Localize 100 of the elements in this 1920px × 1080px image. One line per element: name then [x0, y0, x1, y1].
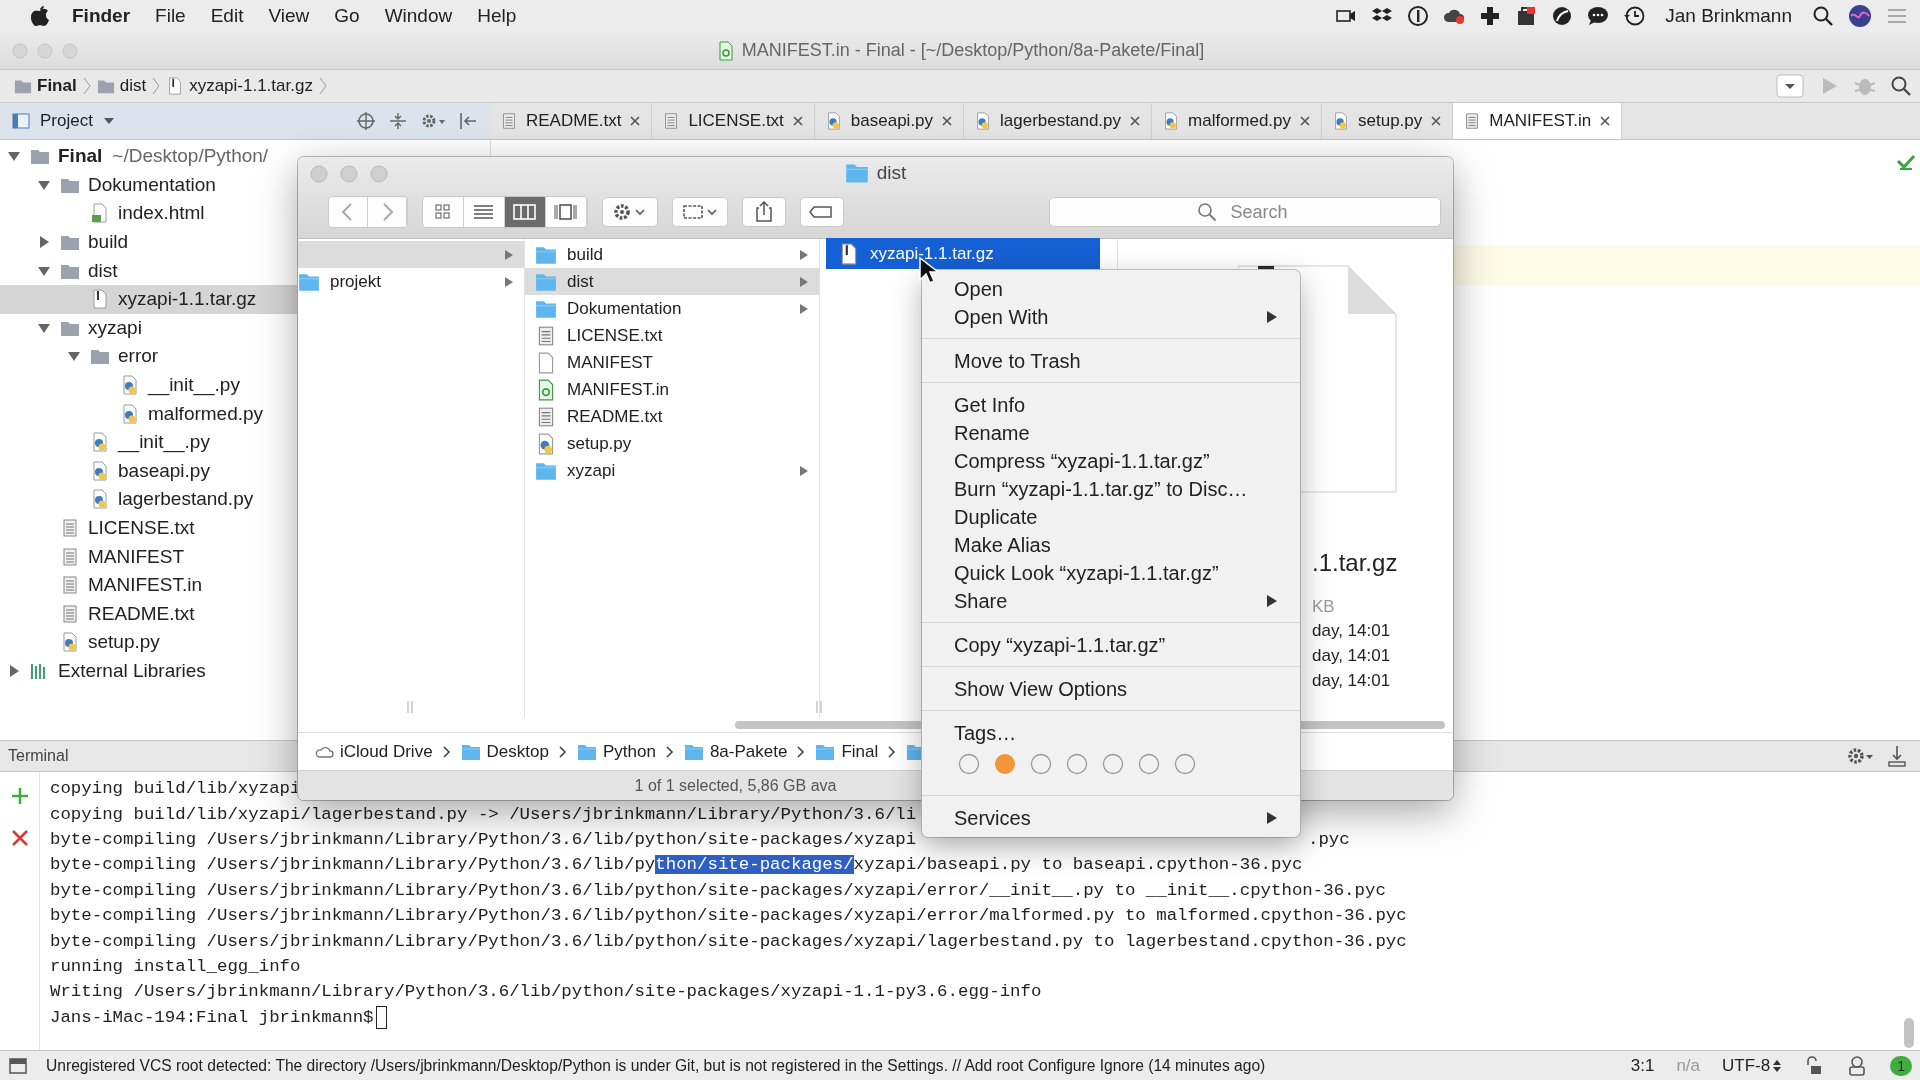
- editor-tab[interactable]: MANIFEST.in: [1453, 103, 1623, 139]
- tree-item[interactable]: dist: [0, 256, 298, 285]
- column-view-icon[interactable]: [505, 197, 546, 227]
- path-item[interactable]: 8a-Pakete: [683, 741, 788, 762]
- file-row[interactable]: README.txt: [525, 403, 819, 431]
- share-icon[interactable]: [742, 197, 786, 227]
- leaf-icon[interactable]: [1551, 5, 1574, 27]
- menu-item[interactable]: Show View Options: [922, 675, 1300, 703]
- cursor-position[interactable]: 3:1: [1630, 1055, 1655, 1076]
- tree-item[interactable]: malformed.py: [0, 399, 298, 428]
- tree-item[interactable]: __init__.py: [0, 370, 298, 400]
- tree-item[interactable]: MANIFEST: [0, 542, 298, 571]
- menu-item[interactable]: Services: [922, 804, 1300, 832]
- file-row[interactable]: xyzapi: [525, 457, 819, 485]
- tag-color-dot[interactable]: [958, 753, 980, 775]
- tree-item[interactable]: LICENSE.txt: [0, 513, 298, 543]
- breadcrumb[interactable]: Final: [14, 76, 77, 96]
- file-row[interactable]: projekt: [298, 268, 524, 296]
- tag-color-dot[interactable]: [994, 753, 1016, 775]
- close-icon[interactable]: [1599, 115, 1612, 127]
- tree-item[interactable]: setup.py: [0, 628, 298, 657]
- file-row[interactable]: dist: [525, 268, 819, 296]
- menu-item[interactable]: Duplicate: [922, 503, 1300, 531]
- notification-badge[interactable]: 1: [1890, 1055, 1912, 1076]
- menu-item[interactable]: Help: [477, 5, 517, 27]
- action-menu-icon[interactable]: [602, 197, 658, 227]
- editor-tab[interactable]: lagerbestand.py: [964, 103, 1153, 139]
- collapse-icon[interactable]: [388, 111, 408, 131]
- path-item[interactable]: Python: [576, 741, 656, 762]
- file-row[interactable]: xyzapi-1.1.tar.gz: [828, 240, 1098, 268]
- menu-item[interactable]: Open: [922, 275, 1300, 303]
- user-name[interactable]: Jan Brinkmann: [1665, 5, 1792, 27]
- editor-tab[interactable]: malformed.py: [1152, 103, 1323, 139]
- resize-handle-icon[interactable]: [406, 700, 414, 714]
- tag-color-dot[interactable]: [1030, 753, 1052, 775]
- panel-toggle-icon[interactable]: [8, 1055, 28, 1076]
- tree-item[interactable]: build: [0, 227, 298, 257]
- target-icon[interactable]: [356, 111, 376, 131]
- arrange-menu-icon[interactable]: [672, 197, 728, 227]
- menu-item[interactable]: Finder: [72, 5, 131, 27]
- close-icon[interactable]: [9, 828, 30, 848]
- tag-icon[interactable]: [800, 197, 844, 227]
- menu-item[interactable]: Share: [922, 587, 1300, 615]
- search-icon[interactable]: [1812, 5, 1834, 27]
- tree-item[interactable]: index.html: [0, 199, 298, 228]
- clock-icon[interactable]: [1623, 5, 1646, 27]
- close-icon[interactable]: [1430, 115, 1443, 127]
- menu-item[interactable]: Move to Trash: [922, 347, 1300, 375]
- editor-tab[interactable]: README.txt: [490, 103, 653, 139]
- menu-item[interactable]: File: [155, 5, 186, 27]
- path-item[interactable]: iCloud Drive: [314, 741, 433, 762]
- close-icon[interactable]: [941, 115, 954, 127]
- hide-icon[interactable]: [458, 111, 478, 131]
- search-icon[interactable]: [1890, 75, 1912, 97]
- editor-tab[interactable]: baseapi.py: [814, 103, 965, 139]
- close-icon[interactable]: [1299, 115, 1312, 127]
- tree-item[interactable]: MANIFEST.in: [0, 570, 298, 600]
- tree-item[interactable]: External Libraries: [0, 656, 298, 686]
- editor-tab[interactable]: LICENSE.txt: [652, 103, 815, 139]
- file-row[interactable]: Dokumentation: [525, 295, 819, 323]
- apple-icon[interactable]: [30, 5, 50, 27]
- tag-color-dot[interactable]: [1174, 753, 1196, 775]
- tree-item[interactable]: lagerbestand.py: [0, 485, 298, 514]
- file-row[interactable]: setup.py: [525, 430, 819, 458]
- breadcrumb[interactable]: dist: [96, 76, 147, 96]
- download-icon[interactable]: [1886, 745, 1908, 767]
- menu-item[interactable]: Burn “xyzapi-1.1.tar.gz” to Disc…: [922, 475, 1300, 503]
- file-row[interactable]: LICENSE.txt: [525, 322, 819, 350]
- tag-color-dot[interactable]: [1066, 753, 1088, 775]
- menu-item[interactable]: Go: [334, 5, 360, 27]
- menu-item[interactable]: Tags…: [922, 719, 1300, 747]
- settings-icon[interactable]: [1846, 745, 1874, 767]
- chat-icon[interactable]: [1587, 5, 1610, 27]
- path-item[interactable]: Final: [815, 741, 879, 762]
- project-view-selector[interactable]: Project: [12, 111, 115, 131]
- search-field[interactable]: Search: [1049, 197, 1441, 227]
- tree-item[interactable]: error: [0, 342, 298, 371]
- menu-item[interactable]: Compress “xyzapi-1.1.tar.gz”: [922, 447, 1300, 475]
- menu-item[interactable]: Open With: [922, 303, 1300, 331]
- tree-item[interactable]: xyzapi-1.1.tar.gz: [0, 284, 298, 314]
- scrollbar-thumb[interactable]: [1904, 1018, 1914, 1048]
- tree-item[interactable]: __init__.py: [0, 427, 298, 457]
- tree-item[interactable]: xyzapi: [0, 313, 298, 343]
- tree-item[interactable]: Dokumentation: [0, 170, 298, 200]
- info-icon[interactable]: [1407, 5, 1430, 27]
- file-row[interactable]: build: [525, 241, 819, 269]
- plus-icon[interactable]: [1479, 5, 1502, 27]
- bag-icon[interactable]: [1515, 5, 1538, 27]
- tree-item[interactable]: baseapi.py: [0, 456, 298, 486]
- path-item[interactable]: Desktop: [460, 741, 549, 762]
- resize-handle-icon[interactable]: [815, 700, 823, 714]
- menu-item[interactable]: Copy “xyzapi-1.1.tar.gz”: [922, 631, 1300, 659]
- file-row[interactable]: MANIFEST: [525, 349, 819, 377]
- close-icon[interactable]: [791, 115, 804, 127]
- close-icon[interactable]: [1129, 115, 1142, 127]
- tag-color-dot[interactable]: [1102, 753, 1124, 775]
- tree-item[interactable]: Final ~/Desktop/Python/: [0, 142, 298, 171]
- breadcrumb[interactable]: xyzapi-1.1.tar.gz: [166, 76, 313, 96]
- menu-item[interactable]: Quick Look “xyzapi-1.1.tar.gz”: [922, 559, 1300, 587]
- close-icon[interactable]: [629, 115, 642, 127]
